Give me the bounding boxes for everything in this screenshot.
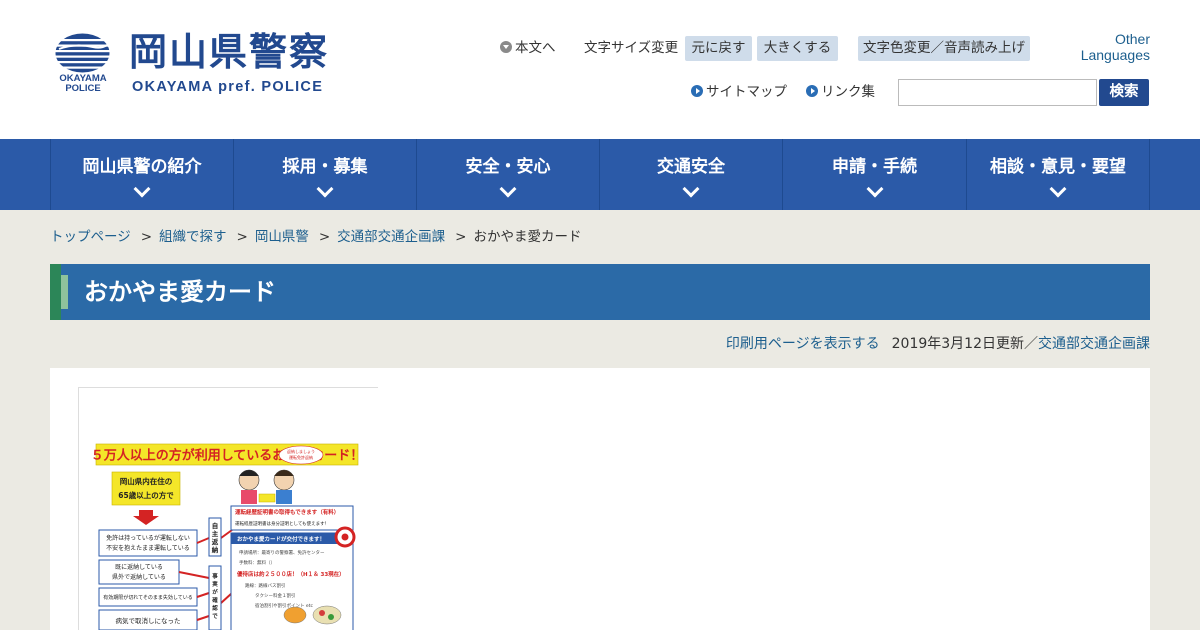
flyer-target-line1: 岡山県内在住の (120, 476, 173, 486)
flyer-side-label-2b: 実 (212, 580, 218, 588)
flyer-discount-line-2: タクシー料金１割引 (255, 592, 296, 599)
title-accent-inner (61, 275, 68, 309)
skip-to-content-link[interactable]: 本文へ (500, 36, 556, 61)
title-accent (50, 264, 61, 320)
global-nav: 岡山県警の紹介 採用・募集 安全・安心 交通安全 申請・手続 相談・意見・要望 (0, 139, 1200, 210)
flyer-discount: 優待店は約２５００店！（H１＆ 33現在） (236, 570, 345, 578)
arrow-right-bullet-icon (806, 85, 818, 97)
okayama-ai-card-flyer-image[interactable]: ５万人以上の方が利用しているお得なカード！ 岡山県内在住の 65歳以上の方で 免… (78, 387, 378, 630)
breadcrumb-current: おかやま愛カード (473, 229, 582, 245)
flyer-card-line-1: 申請場所：最寄りの警察署、免許センター (239, 549, 325, 556)
main-content: ５万人以上の方が利用しているお得なカード！ 岡山県内在住の 65歳以上の方で 免… (50, 368, 1150, 630)
flyer-condition-3: 有効期限が切れてそのまま失効している (103, 594, 193, 601)
chevron-down-icon (866, 180, 883, 198)
flyer-card-line-2: 手数料：無料（） (239, 559, 275, 566)
site-title: 岡山県警察 (129, 30, 330, 74)
page-meta: 印刷用ページを表示する 2019年3月12日更新／交通部交通企画課 (726, 334, 1150, 354)
flyer-target-line2: 65歳以上の方で (118, 490, 174, 500)
chevron-down-icon (499, 180, 517, 198)
nav-item-recruit[interactable]: 採用・募集 (233, 139, 416, 210)
updated-date: 2019年3月12日更新／ (891, 336, 1038, 352)
breadcrumb-top[interactable]: トップページ (50, 229, 131, 245)
flyer-condition-2a: 既に返納している (115, 563, 163, 571)
flyer-side-label-1d: 納 (212, 545, 219, 554)
chevron-down-icon (316, 180, 334, 198)
flyer-discount-line-3: 宿泊割引や割引ポイント etc (255, 602, 313, 609)
nav-item-traffic[interactable]: 交通安全 (599, 139, 782, 210)
flyer-side-label-2c: が (212, 588, 218, 596)
chevron-down-icon (1049, 180, 1067, 198)
flyer-condition-4: 病気で取消しになった (116, 616, 181, 625)
flyer-bubble-sub: 運転経歴証明書は身分証明としても使えます！ (235, 520, 329, 527)
page-title: おかやま愛カード (84, 278, 276, 306)
color-voice-button[interactable]: 文字色変更／音声読み上げ (858, 36, 1030, 61)
flyer-illustration: ５万人以上の方が利用しているお得なカード！ 岡山県内在住の 65歳以上の方で 免… (79, 388, 378, 630)
flyer-side-label-2d: 確 (212, 596, 218, 604)
flyer-side-label-2a: 事 (212, 572, 218, 580)
flyer-bubble-top-1: 返納しましょう (287, 448, 315, 454)
logo-emblem-text: OKAYAMA POLICE (59, 73, 107, 94)
font-larger-button[interactable]: 大きくする (757, 36, 838, 61)
flyer-bubble-top-2: 運転免許返納 (289, 454, 313, 460)
flyer-condition-1b: 不安を抱えたまま運転している (106, 544, 190, 552)
nav-item-applications[interactable]: 申請・手続 (782, 139, 966, 210)
search-button[interactable]: 検索 (1099, 79, 1149, 106)
site-header: OKAYAMA POLICE 岡山県警察 OKAYAMA pref. POLIC… (0, 0, 1200, 139)
breadcrumb-traffic-planning[interactable]: 交通部交通企画課 (337, 229, 445, 245)
flyer-bubble: 運転経歴証明書の取得もできます（有料） (235, 508, 339, 516)
flyer-side-label-2e: 認 (212, 604, 218, 612)
chevron-down-icon (682, 180, 700, 198)
font-size-label: 文字サイズ変更 (584, 40, 679, 56)
flyer-discount-line-1: 路線：路線バス割引 (245, 582, 286, 589)
links-page-link[interactable]: リンク集 (806, 80, 875, 105)
chevron-down-icon (133, 180, 151, 198)
arrow-down-bullet-icon (500, 41, 512, 53)
site-subtitle: OKAYAMA pref. POLICE (132, 79, 324, 95)
flyer-side-label-1c: 返 (212, 537, 219, 546)
breadcrumb-organization[interactable]: 組織で探す (159, 229, 227, 245)
flyer-side-label-1b: 主 (212, 529, 219, 538)
font-reset-button[interactable]: 元に戻す (685, 36, 752, 61)
flyer-condition-1a: 免許は持っているが運転しない (106, 534, 190, 542)
arrow-right-bullet-icon (691, 85, 703, 97)
flyer-side-label-1a: 自 (212, 521, 219, 530)
print-page-link[interactable]: 印刷用ページを表示する (726, 336, 880, 352)
nav-item-consultation[interactable]: 相談・意見・要望 (966, 139, 1150, 210)
sitemap-link[interactable]: サイトマップ (691, 80, 787, 105)
flyer-condition-2b: 県外で返納している (112, 573, 166, 581)
nav-item-safety[interactable]: 安全・安心 (416, 139, 599, 210)
flyer-card-heading: おかやま愛カードが交付できます！ (237, 535, 325, 543)
search-input[interactable] (898, 79, 1097, 106)
other-languages-link[interactable]: Other Languages (1075, 31, 1150, 63)
nav-item-about[interactable]: 岡山県警の紹介 (50, 139, 233, 210)
flyer-side-label-2f: で (212, 613, 218, 620)
police-emblem-icon (55, 33, 110, 73)
breadcrumb: トップページ > 組織で探す > 岡山県警 > 交通部交通企画課 > おかやま愛カード (50, 229, 582, 245)
department-link[interactable]: 交通部交通企画課 (1038, 336, 1150, 352)
page-title-bar: おかやま愛カード (50, 264, 1150, 320)
breadcrumb-prefectural-police[interactable]: 岡山県警 (255, 229, 309, 245)
